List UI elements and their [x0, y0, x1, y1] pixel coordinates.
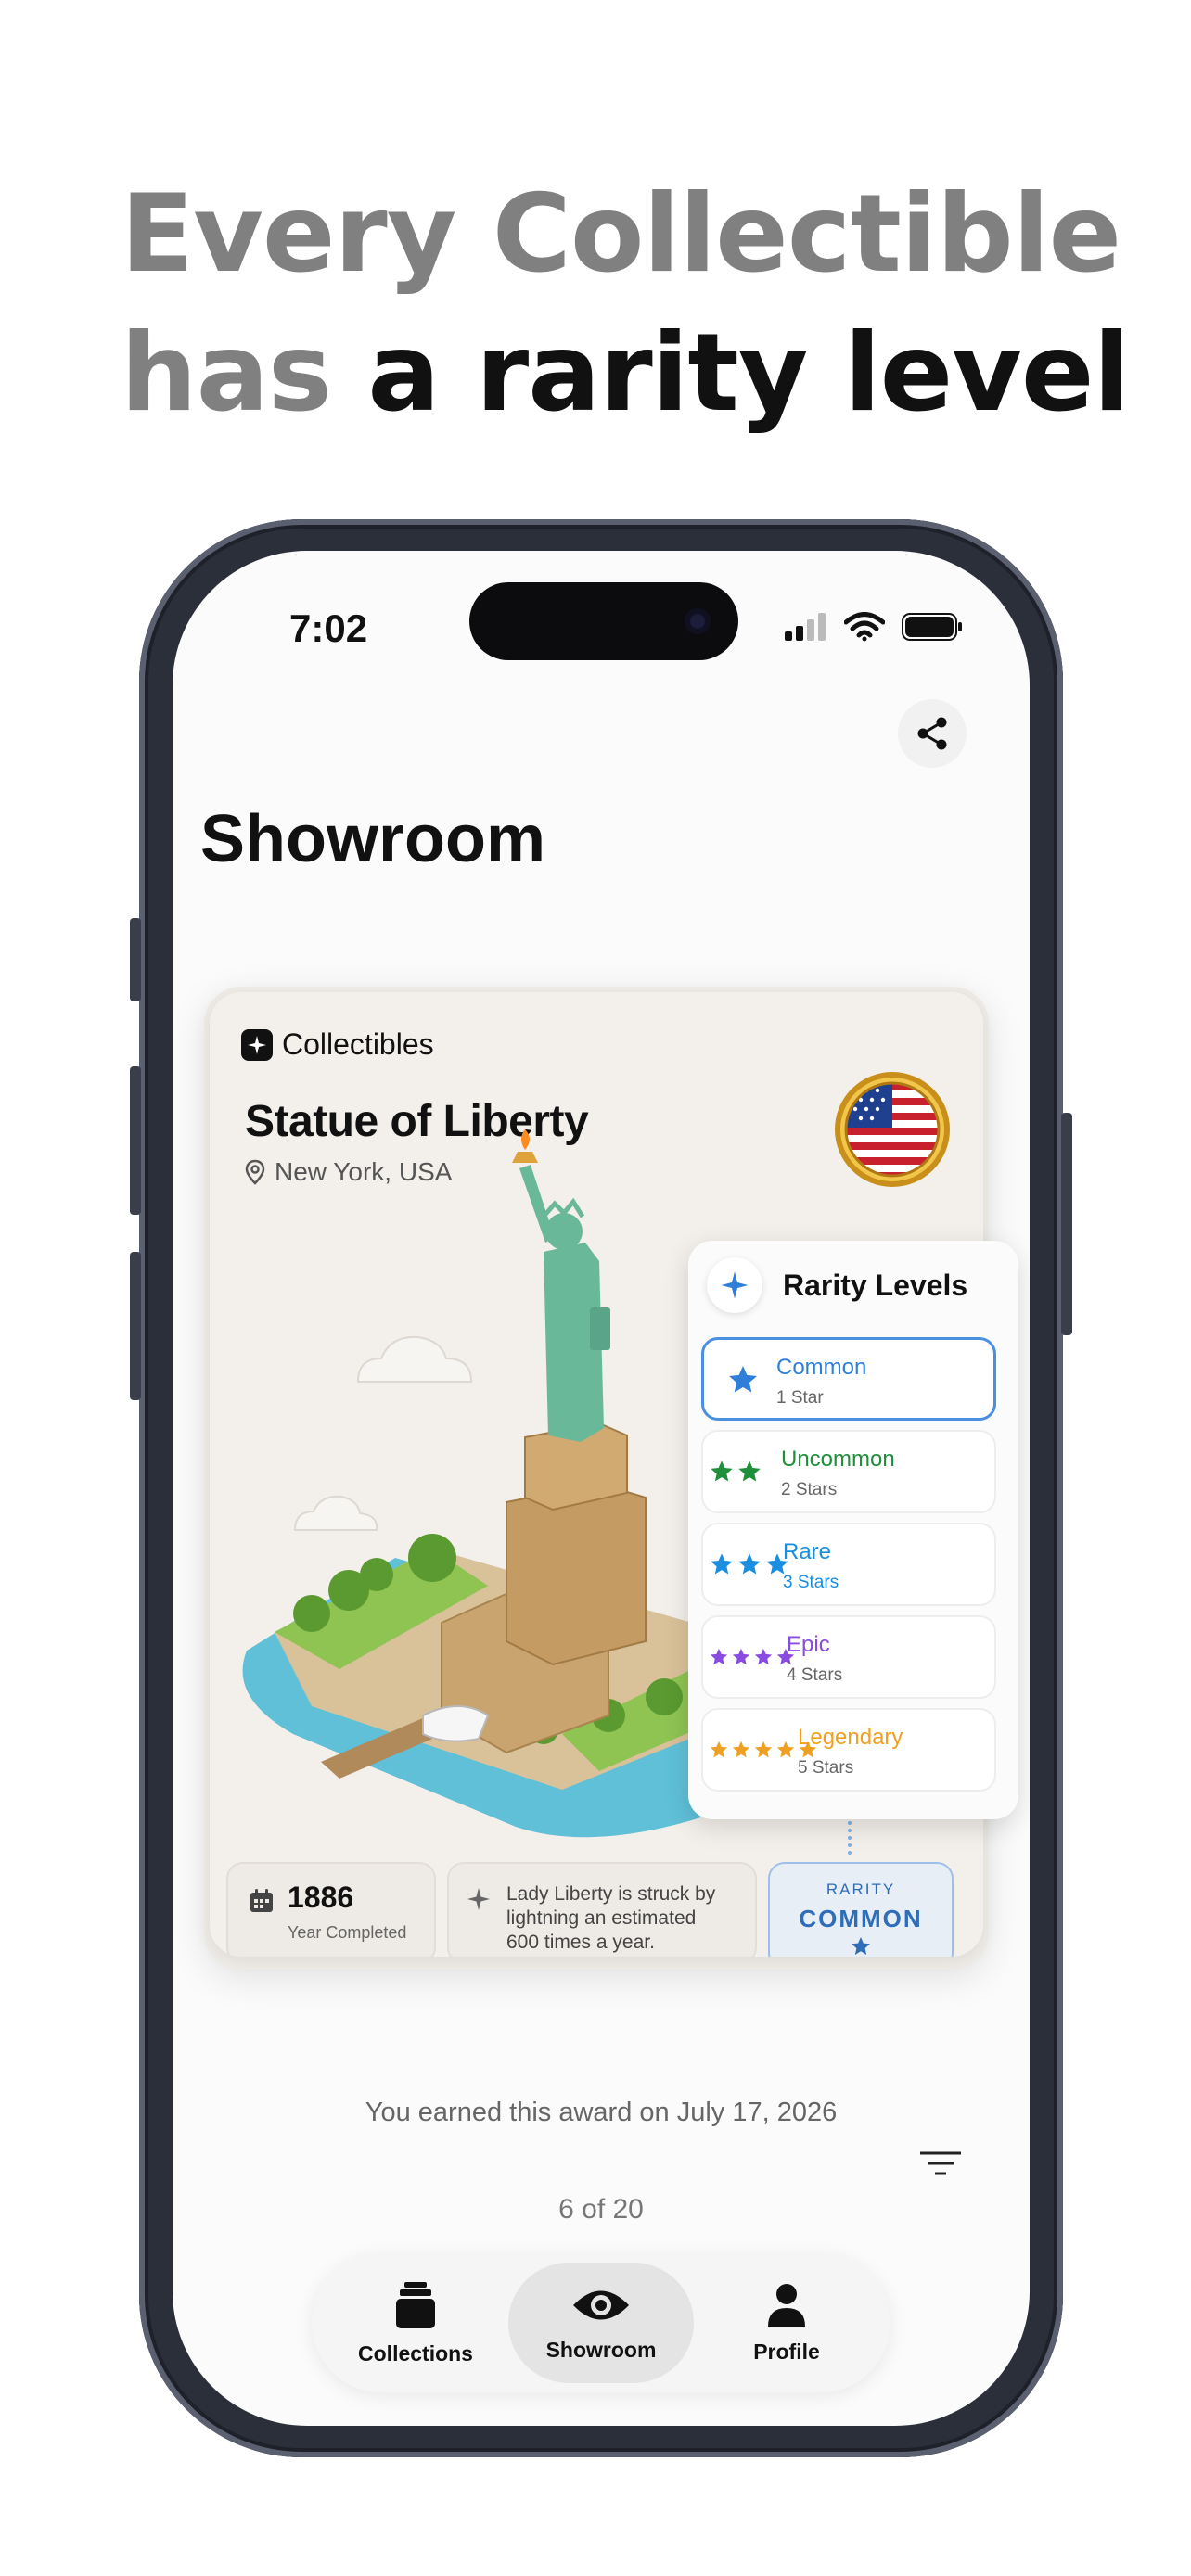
person-icon: [768, 2283, 805, 2327]
calendar-icon: [250, 1889, 273, 1912]
headline-line-2-dark: a rarity level: [367, 311, 1130, 436]
tab-label: Profile: [753, 2339, 820, 2364]
star-icon: [710, 1648, 728, 1665]
rarity-level-name: Legendary: [798, 1725, 903, 1750]
battery-icon: [902, 613, 962, 641]
collectibles-logo-icon: [241, 1028, 273, 1061]
award-date-text: You earned this award on July 17, 2026: [365, 2098, 838, 2127]
page-indicator: 6 of 20: [558, 2194, 644, 2225]
sparkle-icon: [467, 1888, 490, 1910]
rarity-level-epic[interactable]: Epic 4 Stars: [701, 1615, 996, 1699]
rarity-level-legendary[interactable]: Legendary 5 Stars: [701, 1708, 996, 1792]
phone-power-button: [1061, 1113, 1072, 1335]
star-icon: [754, 1741, 773, 1758]
year-completed-box: 1886 Year Completed: [226, 1862, 436, 1957]
fun-fact-box: Lady Liberty is struck by lightning an e…: [447, 1862, 757, 1957]
collections-icon: [396, 2281, 435, 2328]
rarity-level-stars-count: 2 Stars: [781, 1480, 838, 1499]
wifi-icon: [844, 612, 885, 642]
star-icon: [711, 1460, 733, 1482]
rarity-popover-header: Rarity Levels: [707, 1257, 967, 1313]
phone-side-button: [130, 918, 141, 1001]
tab-bar: Collections Showroom Profile: [312, 2253, 890, 2392]
status-icons: [785, 608, 963, 645]
status-time: 7:02: [289, 606, 368, 650]
signal-icon: [785, 613, 826, 641]
star-icon: [732, 1648, 750, 1665]
dynamic-island: [469, 582, 738, 660]
filter-icon: [920, 2151, 961, 2175]
sparkle-icon: [707, 1257, 762, 1313]
headline-line-2-grey: has: [121, 311, 332, 436]
rarity-level-stars-count: 1 Star: [776, 1388, 824, 1408]
filter-button[interactable]: [915, 2144, 967, 2185]
rarity-levels-popover: Rarity Levels Common 1 Star Uncommon 2 Star…: [688, 1241, 1018, 1819]
rarity-level-name: Common: [776, 1355, 867, 1380]
rarity-stars: [709, 1432, 762, 1511]
star-icon: [852, 1937, 870, 1955]
rarity-level-common[interactable]: Common 1 Star: [701, 1337, 996, 1421]
tab-collections[interactable]: Collections: [323, 2263, 508, 2383]
star-icon: [711, 1553, 733, 1575]
rarity-stars: [709, 1524, 790, 1604]
star-icon: [732, 1741, 750, 1758]
brand-name: Collectibles: [282, 1027, 434, 1061]
phone-volume-down: [130, 1252, 141, 1400]
marketing-headline: Every Collectible has a rarity level: [121, 165, 1141, 443]
eye-icon: [573, 2290, 629, 2319]
star-icon: [729, 1366, 757, 1393]
rarity-level-uncommon[interactable]: Uncommon 2 Stars: [701, 1430, 996, 1513]
tab-label: Showroom: [545, 2337, 657, 2362]
share-icon: [917, 717, 947, 750]
rarity-badge[interactable]: RARITY COMMON: [768, 1862, 954, 1957]
share-button[interactable]: [898, 699, 967, 768]
star-icon: [738, 1553, 761, 1575]
star-icon: [776, 1741, 795, 1758]
rarity-level-stars-count: 4 Stars: [787, 1665, 843, 1685]
headline-line-1: Every Collectible: [121, 172, 1121, 297]
year-label: Year Completed: [288, 1923, 407, 1942]
app-screen: 7:02 Showroom Collectibles Statue of Lib…: [173, 551, 1030, 2426]
star-icon: [754, 1648, 773, 1665]
brand-row: Collectibles: [241, 1027, 434, 1062]
tab-showroom[interactable]: Showroom: [508, 2263, 694, 2383]
popover-connector: [848, 1814, 855, 1855]
star-icon: [738, 1460, 761, 1482]
phone-volume-up: [130, 1066, 141, 1215]
tab-profile[interactable]: Profile: [694, 2263, 879, 2383]
rarity-level-rare[interactable]: Rare 3 Stars: [701, 1523, 996, 1606]
page-title: Showroom: [200, 802, 545, 876]
cloud-icon: [356, 1335, 473, 1383]
rarity-level-stars-count: 5 Stars: [798, 1758, 854, 1778]
rarity-level-name: Epic: [787, 1632, 830, 1657]
fun-fact-text: Lady Liberty is struck by lightning an e…: [506, 1883, 716, 1953]
rarity-popover-title: Rarity Levels: [783, 1268, 968, 1302]
year-value: 1886: [288, 1881, 354, 1914]
tab-label: Collections: [358, 2340, 473, 2366]
rarity-level-stars-count: 3 Stars: [783, 1573, 839, 1592]
rarity-label: RARITY: [826, 1881, 896, 1898]
rarity-level-name: Uncommon: [781, 1447, 895, 1472]
rarity-level-name: Rare: [783, 1539, 832, 1564]
rarity-value: COMMON: [799, 1905, 923, 1932]
rarity-stars: [726, 1340, 760, 1420]
rarity-stars: [709, 1617, 796, 1697]
star-icon: [710, 1741, 728, 1758]
